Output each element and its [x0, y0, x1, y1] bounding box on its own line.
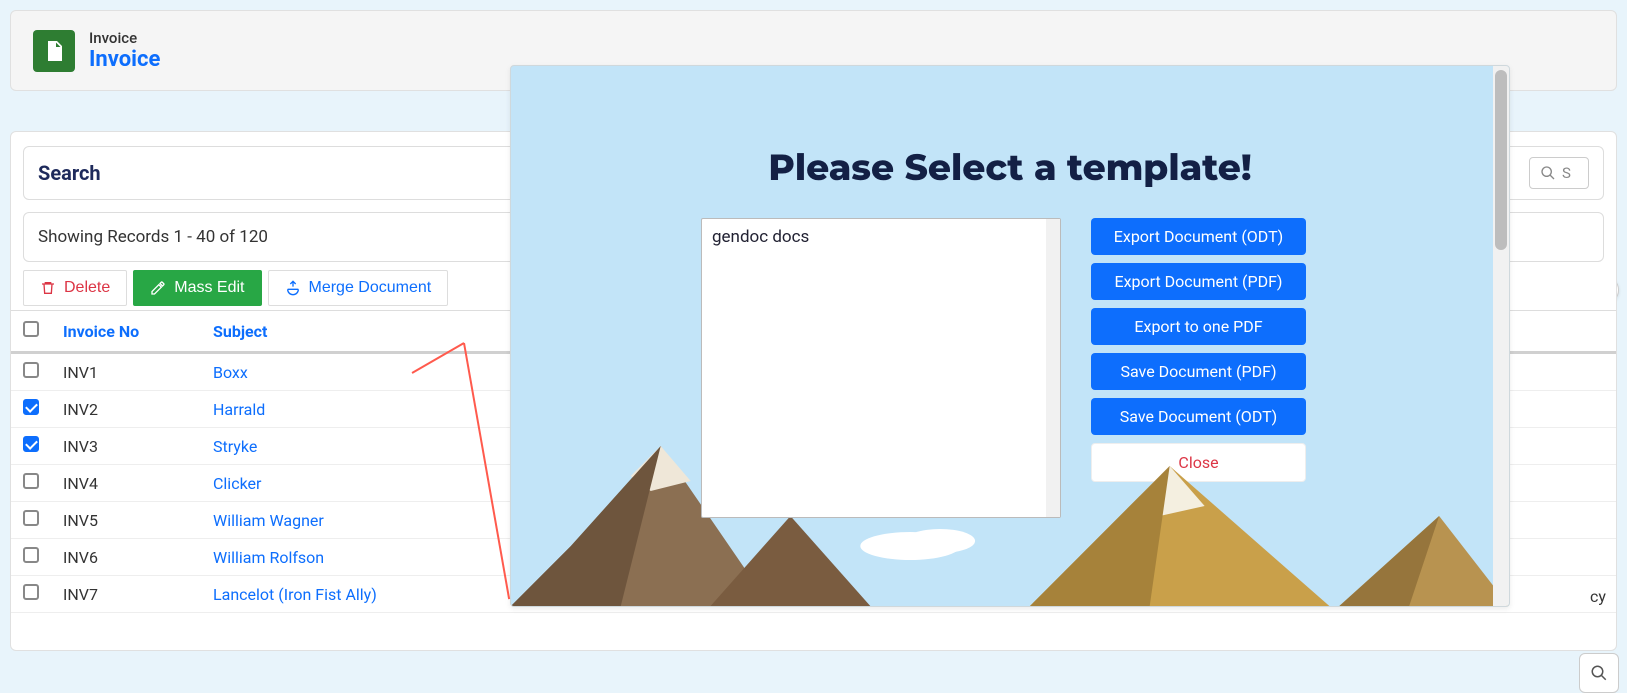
header-title: Invoice: [89, 47, 160, 72]
modal-scrollbar[interactable]: [1493, 66, 1509, 606]
column-invoice-no[interactable]: Invoice No: [51, 311, 201, 353]
export-one-pdf-button[interactable]: Export to one PDF: [1091, 308, 1306, 345]
search-placeholder: S: [1562, 164, 1571, 182]
template-select-list[interactable]: gendoc docs: [701, 218, 1061, 518]
save-pdf-button[interactable]: Save Document (PDF): [1091, 353, 1306, 390]
cell-invoice-no: INV1: [51, 353, 201, 391]
row-checkbox[interactable]: [23, 584, 39, 600]
cell-invoice-no: INV3: [51, 428, 201, 465]
records-count-text: Showing Records 1 - 40 of 120: [38, 227, 268, 247]
search-input[interactable]: S: [1529, 157, 1589, 189]
cell-subject[interactable]: Lancelot (Iron Fist Ally): [201, 576, 521, 613]
header-module-label: Invoice: [89, 29, 160, 47]
search-heading: Search: [38, 161, 101, 185]
row-checkbox[interactable]: [23, 510, 39, 526]
row-checkbox[interactable]: [23, 436, 39, 452]
cell-invoice-no: INV4: [51, 465, 201, 502]
mass-edit-button-label: Mass Edit: [174, 279, 244, 297]
row-checkbox[interactable]: [23, 473, 39, 489]
cell-invoice-no: INV2: [51, 391, 201, 428]
modal-title: Please Select a template!: [511, 146, 1509, 190]
select-all-header[interactable]: [11, 311, 51, 353]
document-icon: [33, 30, 75, 72]
cell-invoice-no: INV7: [51, 576, 201, 613]
cell-subject[interactable]: William Wagner: [201, 502, 521, 539]
delete-button-label: Delete: [64, 279, 110, 297]
global-search-button[interactable]: [1579, 653, 1619, 693]
column-subject[interactable]: Subject: [201, 311, 521, 353]
template-modal: Please Select a template! gendoc docs Ex…: [510, 65, 1510, 607]
template-option[interactable]: gendoc docs: [712, 227, 1050, 247]
delete-button[interactable]: Delete: [23, 270, 127, 306]
export-pdf-button[interactable]: Export Document (PDF): [1091, 263, 1306, 300]
row-checkbox[interactable]: [23, 547, 39, 563]
cell-invoice-no: INV6: [51, 539, 201, 576]
cell-subject[interactable]: William Rolfson: [201, 539, 521, 576]
text-fragment: cy: [1590, 587, 1606, 606]
cell-subject[interactable]: Boxx: [201, 353, 521, 391]
merge-document-button[interactable]: Merge Document: [268, 270, 449, 306]
row-checkbox[interactable]: [23, 362, 39, 378]
export-odt-button[interactable]: Export Document (ODT): [1091, 218, 1306, 255]
cell-subject[interactable]: Clicker: [201, 465, 521, 502]
cell-invoice-no: INV5: [51, 502, 201, 539]
mass-edit-button[interactable]: Mass Edit: [133, 270, 261, 306]
cell-subject[interactable]: Stryke: [201, 428, 521, 465]
merge-document-button-label: Merge Document: [309, 279, 432, 297]
row-checkbox[interactable]: [23, 399, 39, 415]
